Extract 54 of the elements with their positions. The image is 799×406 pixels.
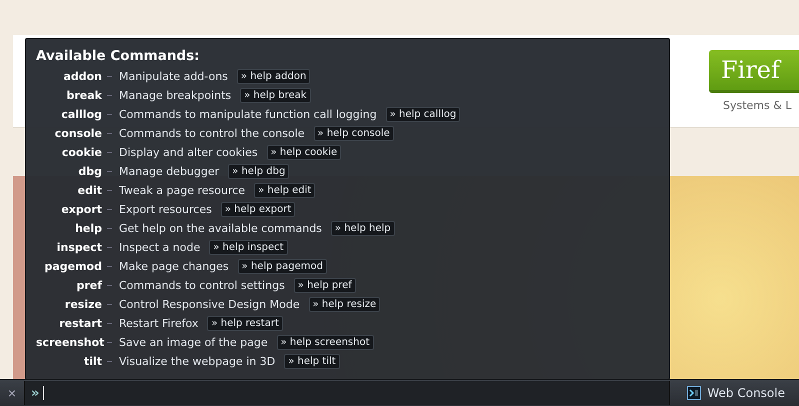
- command-input[interactable]: »: [24, 381, 670, 405]
- command-description: Commands to control the console: [119, 127, 305, 140]
- web-console-button[interactable]: Web Console: [679, 380, 799, 406]
- help-link[interactable]: » help edit: [254, 183, 316, 198]
- command-name: pref: [75, 278, 102, 294]
- help-link[interactable]: » help resize: [308, 297, 380, 312]
- help-link[interactable]: » help console: [314, 126, 394, 141]
- output-title: Available Commands:: [36, 48, 201, 64]
- command-name: addon: [62, 69, 102, 85]
- help-link[interactable]: » help export: [220, 202, 296, 217]
- command-description: Manipulate add-ons: [119, 70, 228, 83]
- help-link[interactable]: » help dbg: [228, 164, 290, 179]
- help-link[interactable]: » help pagemod: [238, 259, 327, 274]
- help-link[interactable]: » help cookie: [266, 145, 342, 160]
- command-description: Export resources: [119, 203, 212, 216]
- command-name: pagemod: [43, 259, 102, 275]
- command-description: Save an image of the page: [119, 336, 268, 349]
- command-description: Commands to control settings: [119, 279, 285, 292]
- help-link[interactable]: » help inspect: [209, 240, 288, 255]
- command-description: Tweak a page resource: [119, 184, 246, 197]
- download-caption: Systems & L: [722, 99, 792, 112]
- command-description: Make page changes: [119, 260, 229, 273]
- command-name: calllog: [60, 107, 102, 123]
- help-link[interactable]: » help restart: [207, 316, 283, 331]
- command-name: help: [74, 221, 102, 237]
- command-description: Commands to manipulate function call logging: [119, 108, 377, 121]
- command-description: Visualize the webpage in 3D: [119, 355, 276, 368]
- command-name: dbg: [77, 164, 102, 180]
- command-description: Restart Firefox: [119, 317, 198, 330]
- command-description: Manage debugger: [119, 165, 220, 178]
- command-name: inspect: [56, 240, 102, 256]
- help-link[interactable]: » help screenshot: [276, 335, 374, 350]
- command-description: Display and alter cookies: [119, 146, 258, 159]
- command-name: break: [66, 88, 102, 104]
- help-link[interactable]: » help pref: [294, 278, 356, 293]
- help-link[interactable]: » help addon: [236, 69, 310, 84]
- help-link[interactable]: » help tilt: [284, 354, 340, 369]
- command-name: tilt: [82, 354, 102, 370]
- console-icon: [687, 386, 702, 400]
- command-description: Manage breakpoints: [119, 89, 232, 102]
- command-name: edit: [76, 183, 102, 199]
- close-button[interactable]: ×: [0, 385, 24, 401]
- command-name: export: [60, 202, 102, 218]
- help-link[interactable]: » help help: [330, 221, 395, 236]
- command-description: Get help on the available commands: [119, 222, 322, 235]
- help-link[interactable]: » help calllog: [386, 107, 460, 122]
- command-name: restart: [58, 316, 102, 332]
- command-name: console: [54, 126, 102, 142]
- command-name: screenshot: [36, 335, 102, 351]
- help-link[interactable]: » help break: [240, 88, 311, 103]
- command-name: cookie: [60, 145, 102, 161]
- command-description: Control Responsive Design Mode: [119, 298, 300, 311]
- command-name: resize: [64, 297, 102, 313]
- command-description: Inspect a node: [119, 241, 200, 254]
